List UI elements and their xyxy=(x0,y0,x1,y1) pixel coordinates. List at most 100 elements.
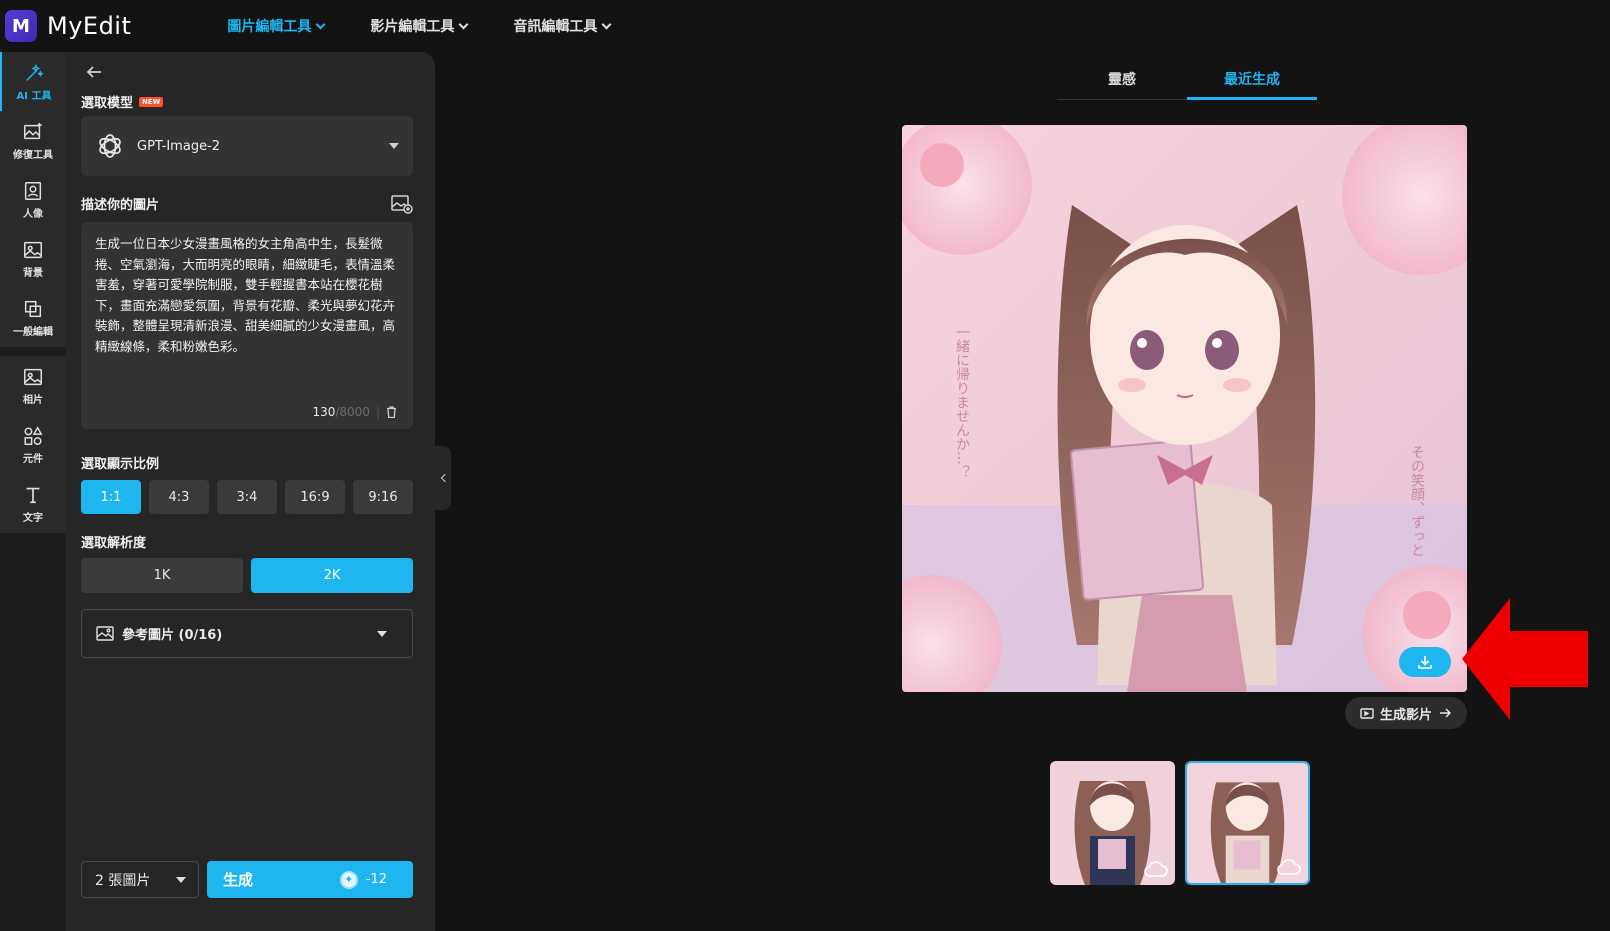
back-arrow-icon[interactable] xyxy=(84,62,104,82)
download-button[interactable] xyxy=(1399,647,1451,677)
video-icon xyxy=(1360,708,1374,719)
arrow-right-icon xyxy=(1440,708,1451,718)
tab-inspiration[interactable]: 靈感 xyxy=(1057,58,1187,99)
image-sparkle-icon xyxy=(24,122,42,139)
char-counter: 130/8000 | xyxy=(312,405,397,419)
sidebar-item-text[interactable]: 文字 xyxy=(0,474,66,533)
credit-coin-icon: ✦ xyxy=(339,870,358,889)
openai-logo-icon xyxy=(99,134,121,158)
tab-recent[interactable]: 最近生成 xyxy=(1187,58,1317,100)
logo[interactable]: M MyEdit xyxy=(5,10,131,42)
nav-image-tools-label: 圖片編輯工具 xyxy=(227,19,312,35)
describe-title-label: 描述你的圖片 xyxy=(81,198,160,213)
char-count-current: 130 xyxy=(312,405,336,419)
reference-images-label: 參考圖片 (0/16) xyxy=(122,628,223,643)
nav-video-tools[interactable]: 影片編輯工具 xyxy=(370,16,469,36)
sidebar-item-ai-tools[interactable]: AI 工具 xyxy=(0,52,66,111)
portrait-icon xyxy=(24,181,42,200)
caret-down-icon xyxy=(389,143,399,149)
sidebar-item-elements[interactable]: 元件 xyxy=(0,415,66,474)
image-count-label: 2 張圖片 xyxy=(95,872,151,889)
thumbnail-2[interactable] xyxy=(1185,761,1310,885)
ratio-options: 1:1 4:3 3:4 16:9 9:16 xyxy=(81,480,413,514)
generate-label: 生成 xyxy=(223,871,254,889)
generate-button[interactable]: 生成 ✦ -12 xyxy=(207,861,413,898)
char-count-separator: | xyxy=(375,405,380,419)
resolution-1k-button[interactable]: 1K xyxy=(81,558,243,593)
sidebar-item-repair[interactable]: 修復工具 xyxy=(0,111,66,170)
nav-video-tools-label: 影片編輯工具 xyxy=(370,19,455,35)
sidebar-item-label: 文字 xyxy=(23,512,43,524)
red-arrow-icon xyxy=(1462,598,1588,720)
chevron-down-icon xyxy=(315,19,326,29)
thumbnail-1[interactable] xyxy=(1050,761,1175,885)
sidebar-item-label: 背景 xyxy=(23,267,43,279)
image-icon xyxy=(96,626,114,641)
svg-text:その笑顔、ずっと: その笑顔、ずっと xyxy=(1409,445,1425,557)
app-name: MyEdit xyxy=(47,12,132,40)
chevron-down-icon xyxy=(601,19,612,29)
nav-audio-tools[interactable]: 音訊編輯工具 xyxy=(513,16,612,36)
sidebar-item-label: 元件 xyxy=(23,453,43,465)
model-dropdown[interactable]: GPT-Image-2 xyxy=(81,116,413,176)
nav-image-tools[interactable]: 圖片編輯工具 xyxy=(227,16,326,36)
add-image-icon[interactable] xyxy=(391,194,413,214)
trash-icon[interactable] xyxy=(386,406,397,418)
cloud-save-icon[interactable] xyxy=(1143,859,1169,879)
icon-sidebar: AI 工具 修復工具 人像 背景 一般編輯 相片 元件 文字 xyxy=(0,52,66,931)
ratio-9-16-button[interactable]: 9:16 xyxy=(353,480,413,514)
shapes-icon xyxy=(24,425,43,445)
top-bar: M MyEdit 圖片編輯工具 影片編輯工具 音訊編輯工具 xyxy=(0,0,1610,52)
chevron-down-icon xyxy=(458,19,469,29)
sidebar-item-background[interactable]: 背景 xyxy=(0,229,66,288)
resolution-title-label: 選取解析度 xyxy=(81,536,147,551)
prompt-textarea[interactable]: 生成一位日本少女漫畫風格的女主角高中生，長髮微捲、空氣瀏海，大而明亮的眼睛，細緻… xyxy=(81,222,413,429)
resolution-options: 1K 2K xyxy=(81,558,413,593)
model-name: GPT-Image-2 xyxy=(137,138,221,154)
caret-down-icon xyxy=(176,876,186,883)
top-nav: 圖片編輯工具 影片編輯工具 音訊編輯工具 xyxy=(227,16,612,36)
magic-wand-icon xyxy=(26,63,44,81)
sidebar-group-secondary: 相片 元件 文字 xyxy=(0,356,66,533)
ratio-16-9-button[interactable]: 16:9 xyxy=(285,480,345,514)
sidebar-group-primary: 修復工具 人像 背景 一般編輯 xyxy=(0,111,66,347)
describe-section-title: 描述你的圖片 xyxy=(81,194,159,213)
ratio-title-label: 選取顯示比例 xyxy=(81,457,160,472)
text-icon xyxy=(26,487,40,503)
resolution-section-title: 選取解析度 xyxy=(81,532,146,551)
sidebar-item-label: 一般編輯 xyxy=(13,326,53,338)
generated-image[interactable]: 一緒に帰りませんか…？ その笑顔、ずっと xyxy=(902,125,1467,692)
crop-icon xyxy=(24,300,42,317)
generate-video-button[interactable]: 生成影片 xyxy=(1345,697,1467,729)
sidebar-item-general-edit[interactable]: 一般編輯 xyxy=(0,288,66,347)
background-icon xyxy=(24,241,42,258)
model-section-title: 選取模型 NEW xyxy=(81,92,164,111)
result-tabs: 靈感 最近生成 xyxy=(1057,58,1317,100)
reference-images-dropdown[interactable]: 參考圖片 (0/16) xyxy=(81,609,413,658)
cloud-save-icon[interactable] xyxy=(1276,857,1302,877)
sidebar-item-label: 人像 xyxy=(23,208,43,220)
sidebar-item-label: 修復工具 xyxy=(13,149,53,161)
ratio-4-3-button[interactable]: 4:3 xyxy=(149,480,209,514)
resolution-2k-button[interactable]: 2K xyxy=(251,558,413,593)
generate-video-label: 生成影片 xyxy=(1379,707,1432,723)
sidebar-item-photo[interactable]: 相片 xyxy=(0,356,66,415)
sidebar-item-portrait[interactable]: 人像 xyxy=(0,170,66,229)
generation-panel: 選取模型 NEW GPT-Image-2 描述你的圖片 生成一位日本少女漫畫風格… xyxy=(66,52,435,931)
ratio-1-1-button[interactable]: 1:1 xyxy=(81,480,141,514)
image-count-dropdown[interactable]: 2 張圖片 xyxy=(81,861,199,898)
ratio-3-4-button[interactable]: 3:4 xyxy=(217,480,277,514)
chevron-left-icon xyxy=(440,473,449,483)
new-badge: NEW xyxy=(139,96,164,107)
svg-text:一緒に帰りませんか…？: 一緒に帰りませんか…？ xyxy=(954,325,970,479)
prompt-text: 生成一位日本少女漫畫風格的女主角高中生，長髮微捲、空氣瀏海，大而明亮的眼睛，細緻… xyxy=(95,236,396,354)
ratio-section-title: 選取顯示比例 xyxy=(81,453,159,472)
collapse-panel-button[interactable] xyxy=(435,446,451,510)
photo-icon xyxy=(24,368,42,385)
char-count-max: /8000 xyxy=(335,405,370,419)
download-icon xyxy=(1418,656,1432,669)
model-title-label: 選取模型 xyxy=(81,96,134,111)
generate-cost-value: -12 xyxy=(365,872,387,887)
generate-cost: ✦ -12 xyxy=(339,870,387,889)
logo-mark-icon: M xyxy=(5,10,37,42)
